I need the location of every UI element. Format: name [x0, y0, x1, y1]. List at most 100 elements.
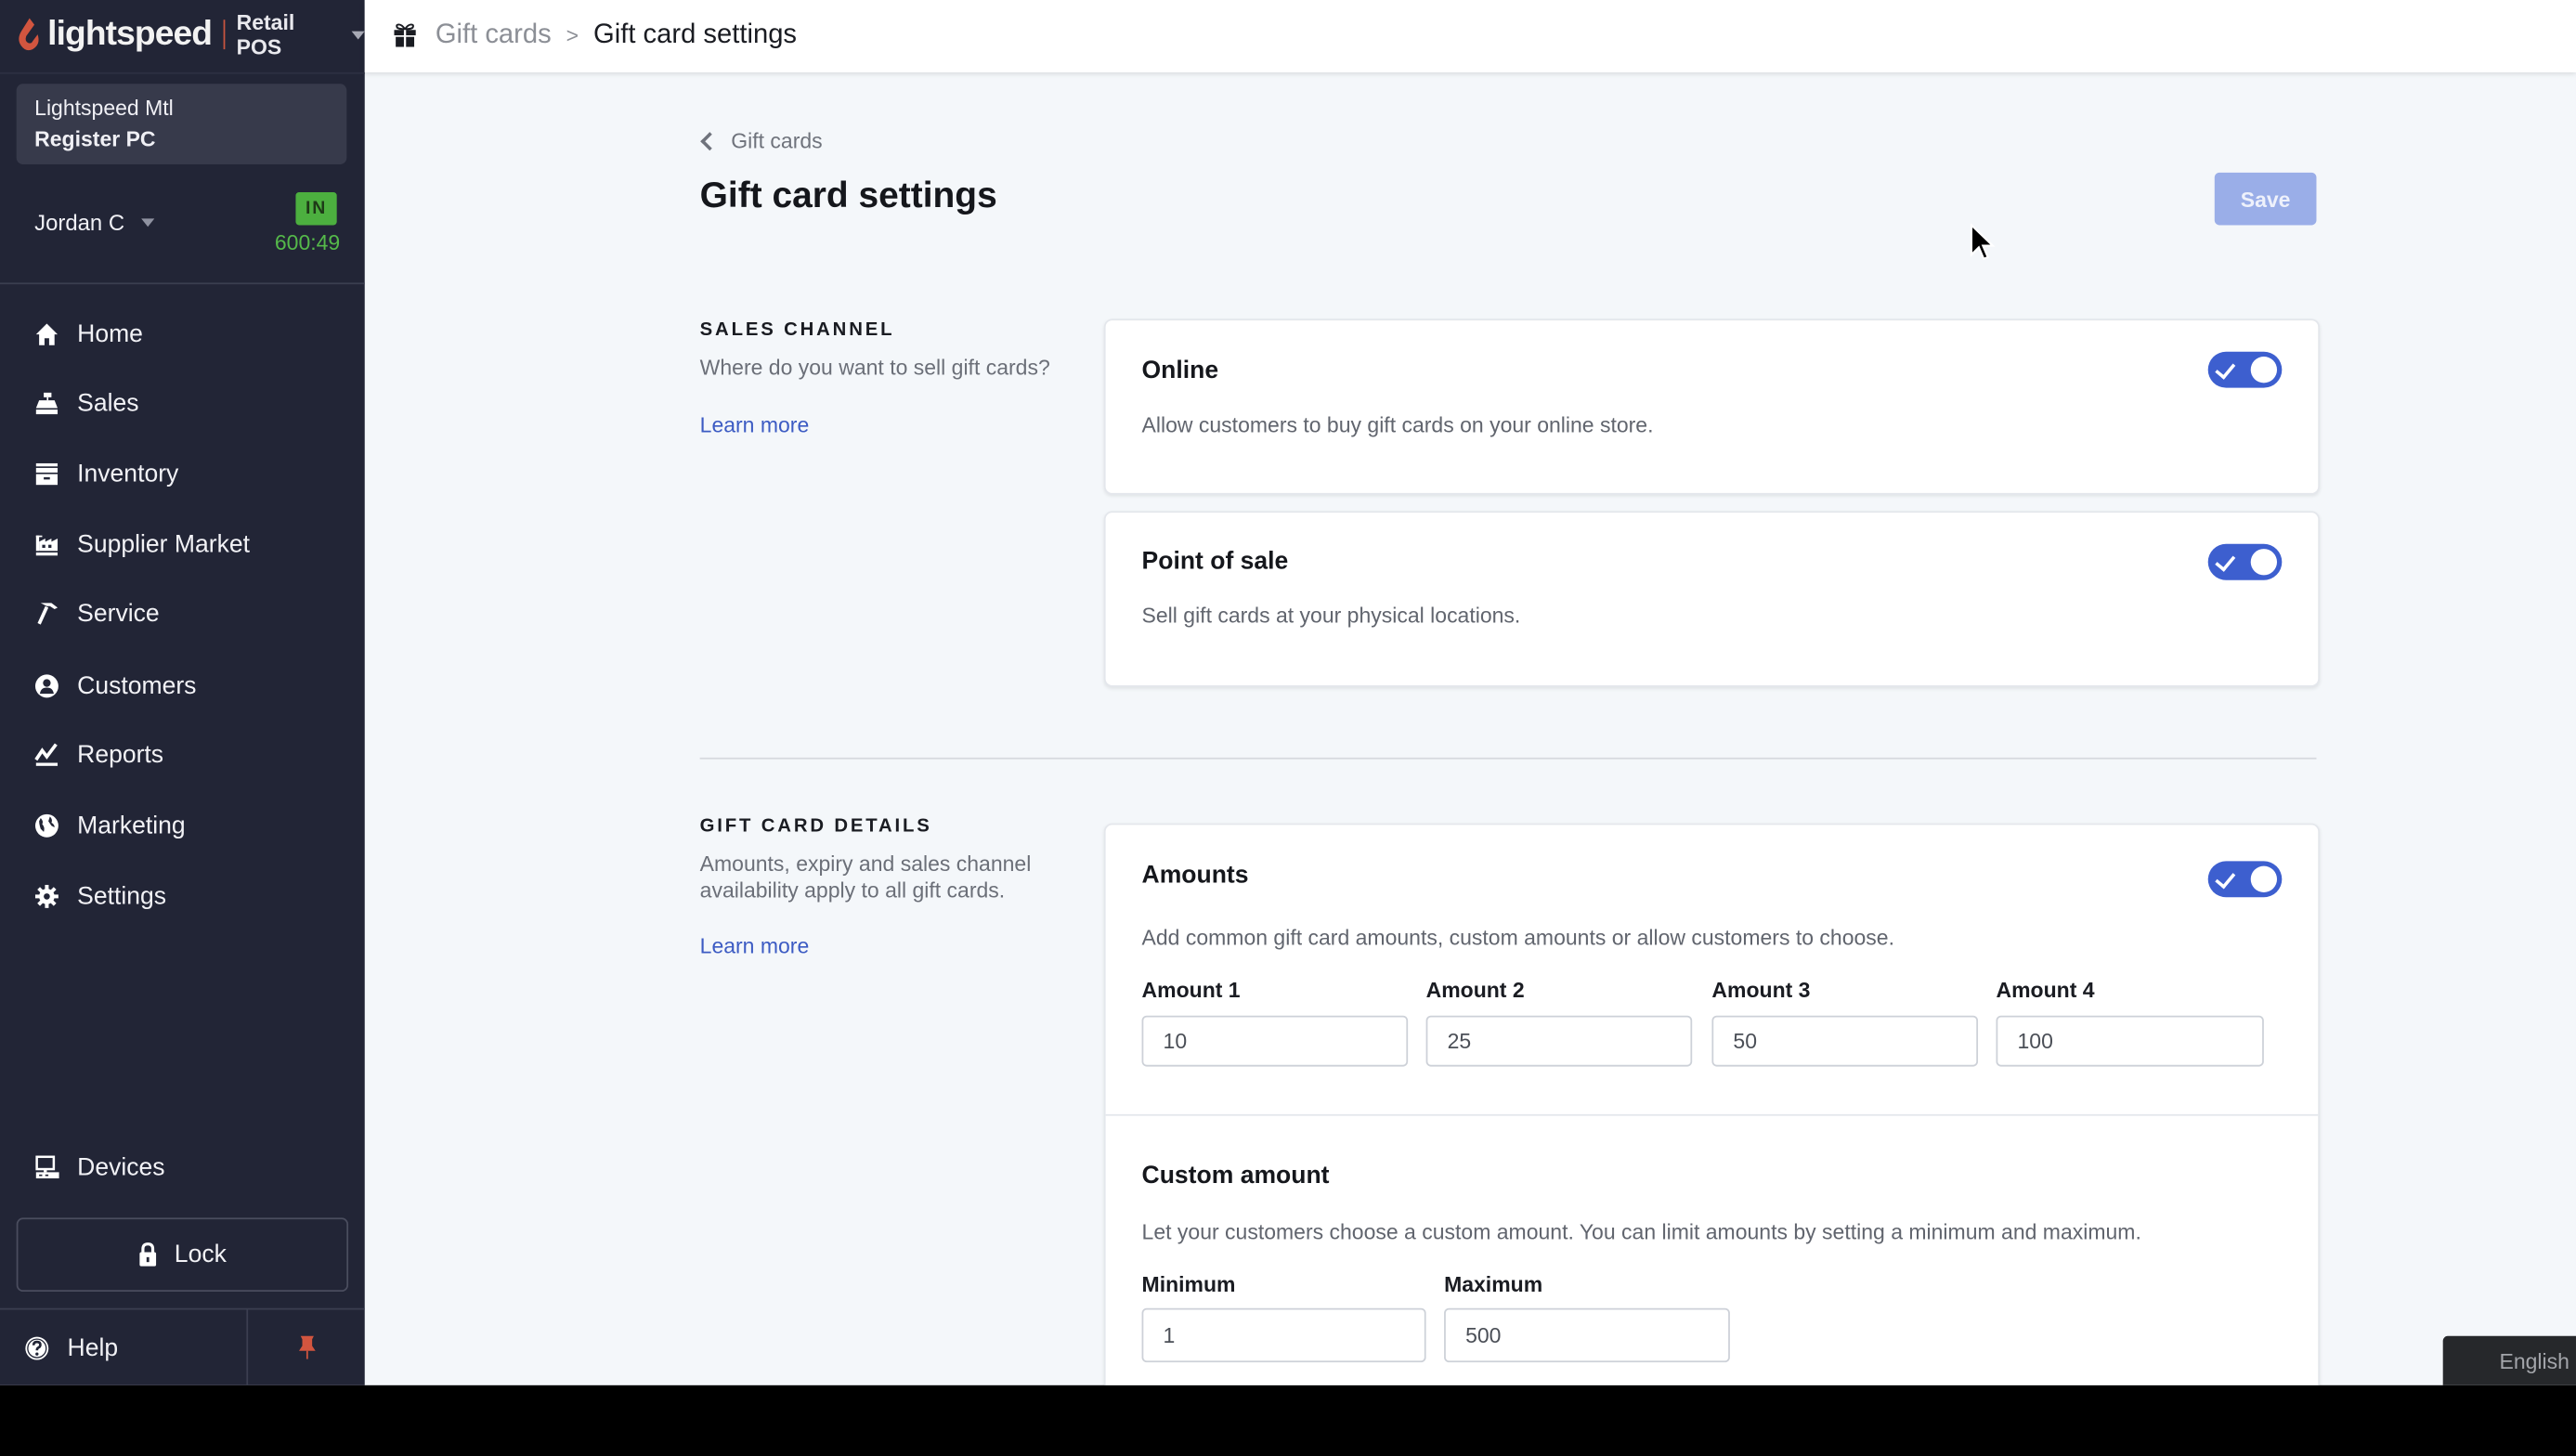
sidebar-item-marketing[interactable]: Marketing	[0, 796, 365, 855]
amount-2-label: Amount 2	[1426, 978, 1525, 1003]
amount-1-input[interactable]	[1142, 1016, 1409, 1067]
factory-icon	[33, 530, 60, 558]
card-title: Online	[1142, 357, 1219, 384]
register-selector[interactable]: Lightspeed Mtl Register PC	[17, 84, 347, 164]
online-channel-card: Online Allow customers to buy gift cards…	[1104, 318, 2320, 494]
clock-in-status-badge[interactable]: IN	[295, 192, 336, 225]
sidebar-item-label: Home	[77, 319, 143, 347]
card-title: Amounts	[1142, 861, 1249, 889]
register-device: Register PC	[34, 126, 155, 151]
line-chart-icon	[33, 740, 60, 768]
gift-card-details-learn-more-link[interactable]: Learn more	[700, 933, 810, 958]
breadcrumb-gift-cards-link[interactable]: Gift cards	[436, 19, 552, 50]
sales-channel-learn-more-link[interactable]: Learn more	[700, 412, 810, 437]
hammer-icon	[33, 599, 60, 627]
card-divider	[1106, 1114, 2319, 1116]
product-switcher[interactable]: Retail POS	[237, 10, 345, 59]
amount-3-input[interactable]	[1711, 1016, 1978, 1067]
sidebar-item-inventory[interactable]: Inventory	[0, 444, 365, 503]
archive-box-icon	[33, 460, 60, 488]
help-circle-icon	[25, 1335, 50, 1360]
sidebar-item-reports[interactable]: Reports	[0, 724, 365, 784]
register-location: Lightspeed Mtl	[34, 96, 174, 121]
maximum-input[interactable]	[1444, 1308, 1730, 1362]
sidebar-item-label: Service	[77, 599, 160, 627]
minimum-label: Minimum	[1142, 1272, 1236, 1297]
screen: lightspeed Retail POS Lightspeed Mtl Reg…	[0, 0, 2576, 1456]
sidebar: lightspeed Retail POS Lightspeed Mtl Reg…	[0, 0, 365, 1385]
chevron-down-icon[interactable]	[352, 31, 365, 39]
sidebar-item-customers[interactable]: Customers	[0, 656, 365, 715]
shift-timer: 600:49	[263, 230, 340, 255]
brand-separator	[223, 20, 225, 49]
back-link[interactable]: Gift cards	[703, 128, 822, 153]
sidebar-item-label: Marketing	[77, 811, 186, 838]
amount-1-label: Amount 1	[1142, 978, 1241, 1003]
card-title: Point of sale	[1142, 547, 1289, 575]
lock-icon	[138, 1242, 158, 1268]
sales-channel-heading: SALES CHANNEL	[700, 320, 895, 340]
screen-bottom-bar	[0, 1385, 2576, 1456]
sidebar-item-label: Settings	[77, 881, 166, 909]
language-selector[interactable]: English	[2443, 1336, 2576, 1385]
sidebar-item-supplier-market[interactable]: Supplier Market	[0, 514, 365, 574]
pushpin-icon	[296, 1334, 316, 1360]
top-bar: Gift cards > Gift card settings	[365, 0, 2576, 72]
cash-register-icon	[33, 389, 60, 417]
lock-button[interactable]: Lock	[17, 1217, 348, 1292]
section-divider	[700, 758, 2317, 760]
sidebar-item-label: Inventory	[77, 460, 178, 488]
amount-3-label: Amount 3	[1711, 978, 1810, 1003]
brand: lightspeed Retail POS	[17, 13, 365, 56]
divider	[0, 72, 365, 74]
chevron-down-icon	[141, 218, 154, 227]
toggle-knob	[2251, 549, 2277, 575]
computer-icon	[33, 1152, 60, 1180]
chevron-right-icon: >	[566, 22, 579, 47]
sidebar-item-devices[interactable]: Devices	[0, 1138, 365, 1197]
breadcrumb-current: Gift card settings	[593, 19, 797, 50]
checkmark-icon	[2215, 358, 2235, 380]
gift-card-details-description: Amounts, expiry and sales channel availa…	[700, 852, 1053, 904]
app-window: lightspeed Retail POS Lightspeed Mtl Reg…	[0, 0, 2576, 1385]
checkmark-icon	[2215, 867, 2235, 889]
gift-icon	[393, 22, 418, 47]
card-description: Add common gift card amounts, custom amo…	[1142, 925, 1894, 950]
user-circle-icon	[33, 671, 60, 699]
user-menu[interactable]: Jordan C	[34, 211, 154, 236]
sidebar-item-label: Supplier Market	[77, 530, 250, 558]
help-button[interactable]: Help	[0, 1309, 246, 1384]
amounts-toggle[interactable]	[2208, 861, 2283, 897]
breadcrumb: Gift cards > Gift card settings	[393, 0, 797, 69]
pin-sidebar-button[interactable]	[248, 1309, 365, 1384]
amount-2-input[interactable]	[1426, 1016, 1693, 1067]
sidebar-item-sales[interactable]: Sales	[0, 373, 365, 433]
gift-card-details-heading: GIFT CARD DETAILS	[700, 817, 932, 837]
point-of-sale-toggle[interactable]	[2208, 544, 2283, 580]
toggle-knob	[2251, 357, 2277, 383]
amount-4-input[interactable]	[1996, 1016, 2263, 1067]
gear-icon	[33, 881, 60, 909]
sidebar-item-settings[interactable]: Settings	[0, 866, 365, 926]
online-toggle[interactable]	[2208, 352, 2283, 388]
user-name: Jordan C	[34, 211, 124, 236]
custom-amount-title: Custom amount	[1142, 1162, 1330, 1190]
sidebar-item-label: Reports	[77, 740, 163, 768]
card-description: Sell gift cards at your physical locatio…	[1142, 603, 1521, 628]
lock-label: Lock	[175, 1241, 227, 1268]
maximum-label: Maximum	[1444, 1272, 1542, 1297]
globe-icon	[33, 811, 60, 838]
minimum-input[interactable]	[1142, 1308, 1426, 1362]
sidebar-item-home[interactable]: Home	[0, 304, 365, 363]
point-of-sale-channel-card: Point of sale Sell gift cards at your ph…	[1104, 511, 2320, 686]
mouse-cursor-icon	[1970, 224, 1996, 263]
amount-4-label: Amount 4	[1996, 978, 2094, 1003]
checkmark-icon	[2215, 551, 2235, 572]
back-link-label: Gift cards	[731, 128, 822, 153]
lightspeed-flame-icon	[17, 17, 43, 53]
help-label: Help	[68, 1333, 119, 1361]
save-button[interactable]: Save	[2215, 173, 2317, 226]
chevron-left-icon	[700, 131, 719, 150]
page-title: Gift card settings	[700, 175, 997, 217]
sidebar-item-service[interactable]: Service	[0, 583, 365, 643]
